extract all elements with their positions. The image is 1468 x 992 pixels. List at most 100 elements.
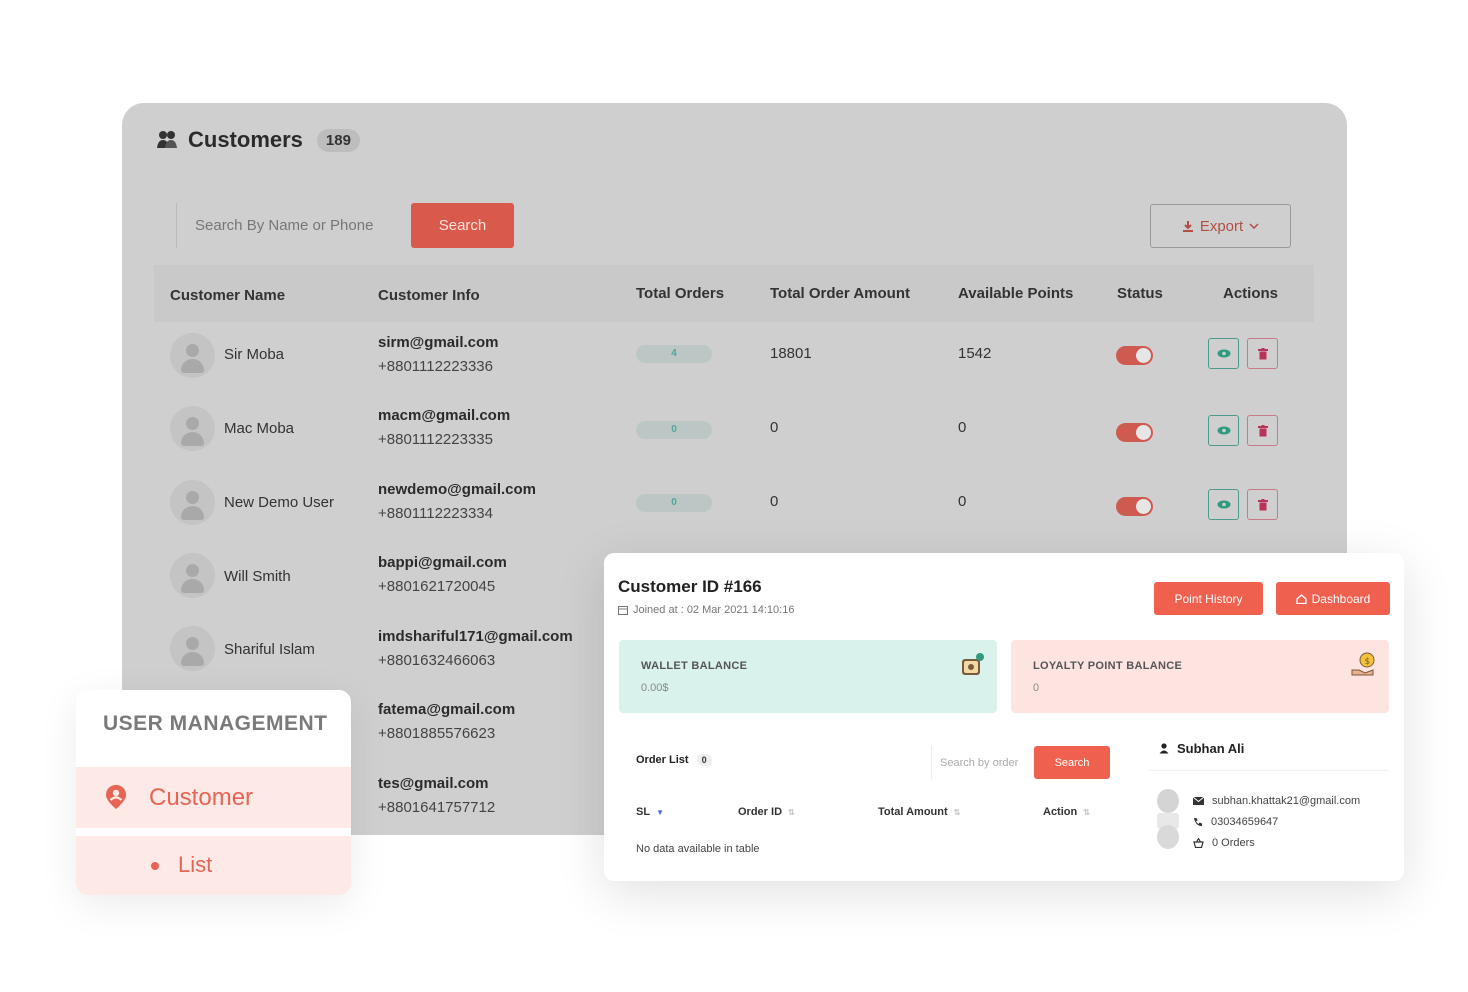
chevron-down-icon (1249, 223, 1259, 229)
dashboard-label: Dashboard (1311, 591, 1371, 606)
wallet-balance-value: 0.00$ (641, 682, 669, 694)
avatar (170, 480, 215, 525)
point-history-button[interactable]: Point History (1154, 582, 1263, 615)
column-header-order-id[interactable]: Order ID ⇅ (738, 806, 795, 818)
view-button[interactable] (1208, 338, 1239, 369)
column-header-total-amount[interactable]: Total Amount ⇅ (878, 806, 960, 818)
customer-email: fatema@gmail.com (378, 701, 516, 718)
customer-name: Mac Moba (224, 420, 295, 437)
page-title: Customers (188, 127, 303, 152)
loyalty-point-card: LOYALTY POINT BALANCE 0 $ (1011, 640, 1389, 713)
column-header-total-order-amount[interactable]: Total Order Amount (770, 285, 910, 302)
users-icon (156, 130, 178, 150)
customer-phone: +8801112223336 (378, 358, 493, 375)
trash-icon (1257, 424, 1268, 436)
table-row: Mac Moba macm@gmail.com +8801112223335 0… (122, 399, 1347, 473)
customer-name: Will Smith (224, 568, 291, 585)
total-order-amount: 0 (770, 493, 779, 510)
order-list-title: Order List (636, 754, 689, 766)
view-button[interactable] (1208, 415, 1239, 446)
customer-name: Sir Moba (224, 346, 285, 363)
bullet-dot-icon (151, 862, 159, 870)
avatar (170, 553, 215, 598)
customer-email: imdshariful171@gmail.com (378, 628, 573, 645)
column-header-label: Total Amount (878, 806, 948, 818)
column-header-label: Action (1043, 806, 1078, 818)
customer-search-input[interactable] (195, 217, 412, 234)
total-orders-badge: 4 (636, 345, 712, 363)
delete-button[interactable] (1247, 489, 1278, 520)
empty-table-message: No data available in table (636, 843, 760, 855)
customer-phone: +8801621720045 (378, 578, 496, 595)
column-header-customer-name[interactable]: Customer Name (170, 287, 285, 304)
column-header-actions[interactable]: Actions (1223, 285, 1278, 302)
user-management-menu: USER MANAGEMENT Customer List (76, 690, 351, 895)
phone-icon (1194, 818, 1202, 827)
customer-phone: +8801112223334 (378, 505, 493, 522)
customer-info-orders: 0 Orders (1212, 837, 1255, 849)
total-orders-badge: 0 (636, 494, 712, 512)
menu-subitem-list[interactable]: List (76, 836, 351, 895)
column-header-status[interactable]: Status (1117, 285, 1163, 302)
customer-name: New Demo User (224, 494, 335, 511)
wallet-balance-label: WALLET BALANCE (641, 660, 748, 672)
trash-icon (1257, 347, 1268, 359)
column-header-sl[interactable]: SL ▼ (636, 806, 664, 818)
dashboard-button[interactable]: Dashboard (1276, 582, 1390, 615)
delete-button[interactable] (1247, 415, 1278, 446)
avatar (170, 333, 215, 378)
table-header: Customer Name Customer Info Total Orders… (154, 265, 1314, 322)
customer-phone: +8801632466063 (378, 652, 496, 669)
customer-phone: +8801885576623 (378, 725, 496, 742)
available-points: 0 (958, 493, 967, 510)
customer-email-line: subhan.khattak21@gmail.com (1193, 795, 1360, 807)
customer-info-email: subhan.khattak21@gmail.com (1212, 795, 1361, 807)
menu-item-customer[interactable]: Customer (76, 767, 351, 828)
customer-phone: +8801112223335 (378, 431, 493, 448)
status-toggle[interactable] (1116, 346, 1153, 365)
customer-search-button[interactable]: Search (411, 203, 514, 248)
eye-icon (1217, 349, 1230, 358)
column-header-available-points[interactable]: Available Points (958, 285, 1073, 302)
basket-icon (1193, 838, 1204, 848)
customer-email: tes@gmail.com (378, 775, 489, 792)
customer-count-badge: 189 (316, 128, 360, 152)
sort-icon: ▼ (656, 807, 664, 817)
column-header-total-orders[interactable]: Total Orders (636, 285, 724, 302)
menu-item-label: Customer (149, 783, 254, 811)
download-icon (1182, 220, 1193, 232)
export-button[interactable]: Export (1150, 204, 1291, 248)
loyalty-point-value: 0 (1033, 682, 1040, 694)
svg-text:$: $ (1365, 657, 1371, 667)
location-pin-icon (105, 784, 127, 817)
trash-icon (1257, 498, 1268, 510)
customers-header: Customers 189 (156, 127, 360, 153)
customer-orders-line: 0 Orders (1193, 837, 1255, 849)
sort-icon: ⇅ (788, 807, 795, 817)
order-search-box (931, 746, 1034, 779)
home-icon (1295, 593, 1307, 604)
table-row: New Demo User newdemo@gmail.com +8801112… (122, 473, 1347, 547)
status-toggle[interactable] (1116, 497, 1153, 516)
sort-icon: ⇅ (1083, 807, 1090, 817)
user-icon (1159, 743, 1169, 754)
delete-button[interactable] (1247, 338, 1278, 369)
customer-info-name: Subhan Ali (1177, 741, 1245, 756)
export-label: Export (1199, 217, 1244, 235)
loyalty-point-label: LOYALTY POINT BALANCE (1033, 660, 1183, 672)
customer-email: macm@gmail.com (378, 407, 511, 424)
status-toggle[interactable] (1116, 423, 1153, 442)
customer-email: bappi@gmail.com (378, 554, 507, 571)
stage: Customers 189 Search Export Customer Nam… (0, 0, 1468, 992)
customer-info-phone: 03034659647 (1211, 816, 1279, 828)
column-header-customer-info[interactable]: Customer Info (378, 287, 480, 304)
column-header-action[interactable]: Action ⇅ (1043, 806, 1090, 818)
avatar (170, 406, 215, 451)
menu-section-title: USER MANAGEMENT (103, 712, 328, 735)
wallet-balance-card: WALLET BALANCE 0.00$ (619, 640, 997, 713)
view-button[interactable] (1208, 489, 1239, 520)
column-header-label: Order ID (738, 806, 783, 818)
order-search-input[interactable] (940, 756, 1034, 769)
order-count-badge: 0 (696, 754, 712, 766)
order-search-button[interactable]: Search (1034, 746, 1110, 779)
